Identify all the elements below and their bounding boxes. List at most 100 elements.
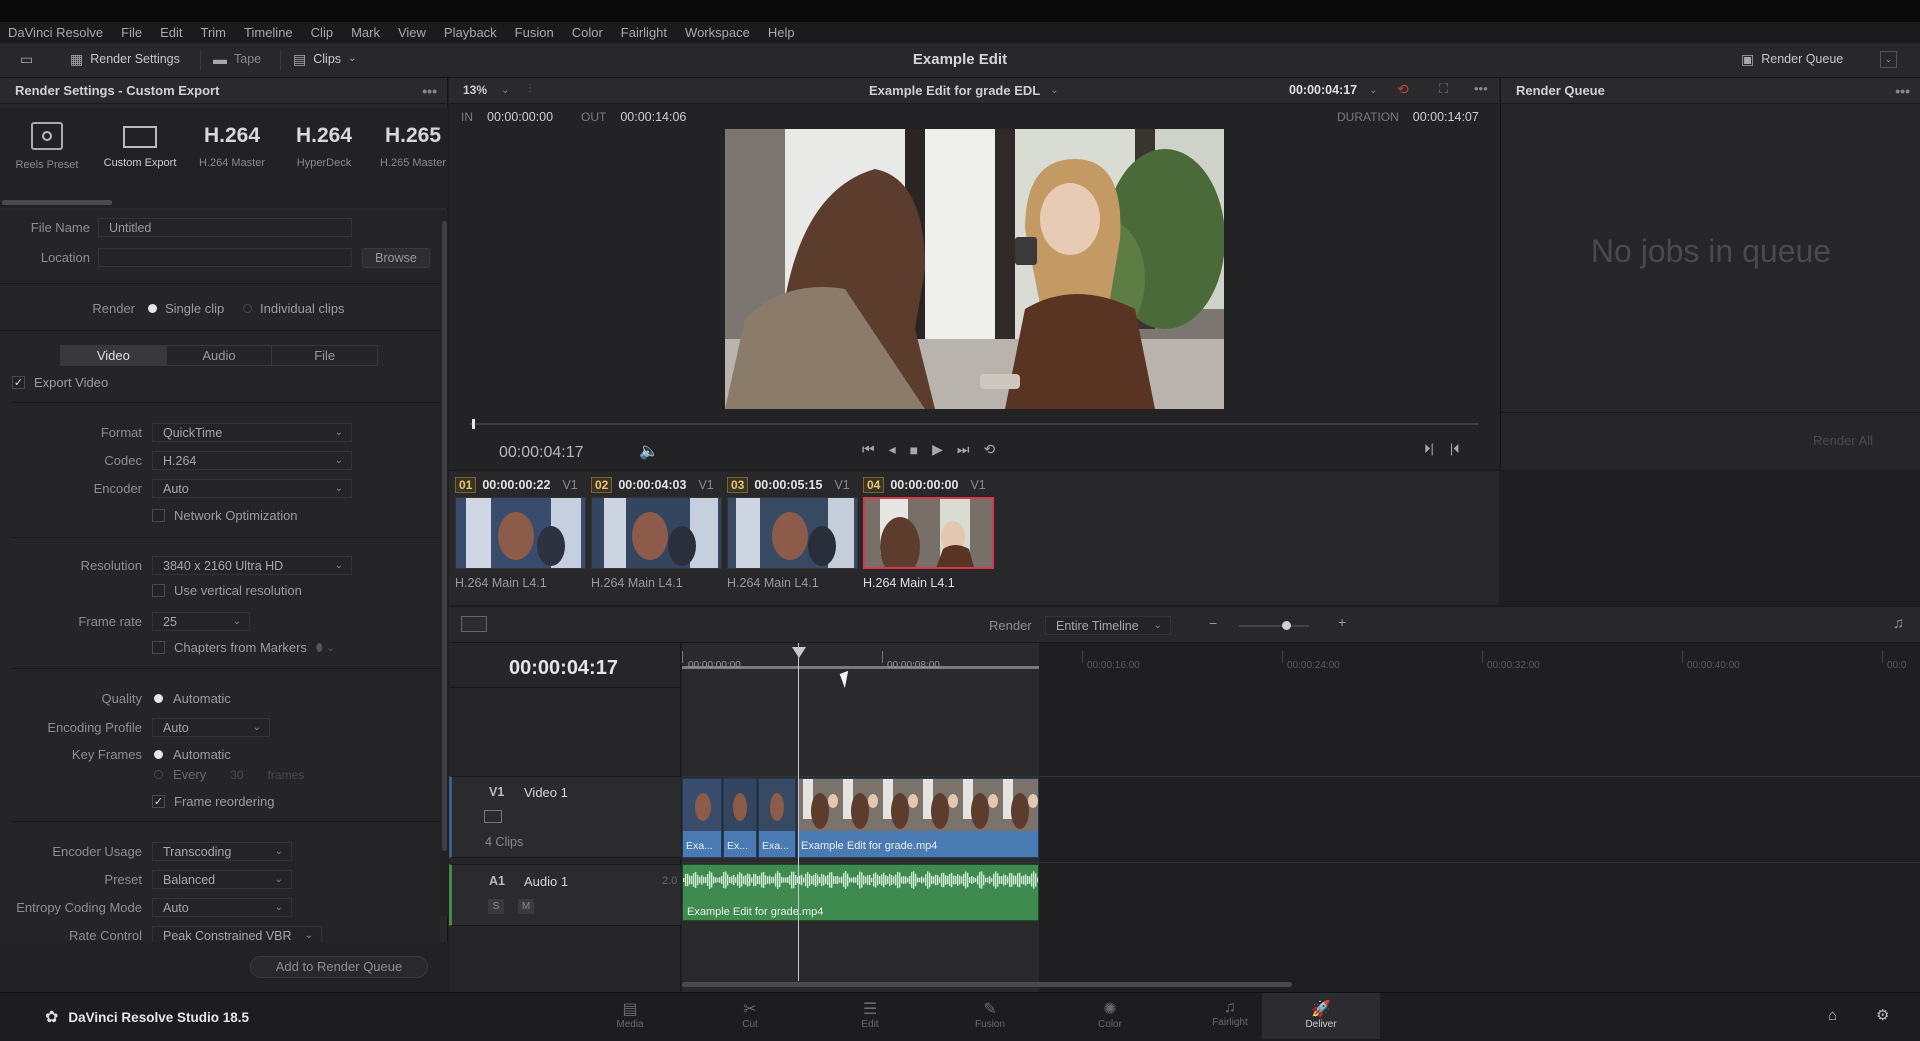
menu-playback[interactable]: Playback — [444, 25, 497, 40]
film-icon[interactable] — [484, 810, 502, 823]
mute-button[interactable]: M — [518, 899, 534, 914]
preset-h265-master[interactable]: H.265 H.265 Master — [378, 122, 448, 169]
timeline-name-select[interactable]: Example Edit for grade EDL ⌄ — [869, 83, 1059, 98]
clips-toggle[interactable]: ▤ Clips ⌄ — [293, 52, 356, 66]
quality-auto-radio[interactable]: Automatic — [154, 691, 231, 706]
menu-clip[interactable]: Clip — [311, 25, 333, 40]
zoom-out-icon[interactable]: − — [1209, 615, 1217, 631]
speaker-icon[interactable]: 🔈 — [639, 441, 659, 461]
clip-card[interactable]: 02 00:00:04:03 V1 H.264 Main L4.1 — [591, 477, 723, 592]
codec-select[interactable]: H.264 ⌄ — [152, 451, 352, 470]
menu-color[interactable]: Color — [572, 25, 603, 40]
timeline-scrollbar[interactable] — [682, 982, 1292, 987]
tape-toggle[interactable]: ▬ Tape — [213, 52, 261, 66]
preset-reels[interactable]: Reels Preset — [10, 122, 84, 171]
timeline-view-icon[interactable] — [461, 616, 487, 632]
zoom-select[interactable]: 13% ⌄ — [463, 83, 509, 97]
settings-scrollbar-thumb[interactable] — [441, 221, 447, 851]
scrubber-track[interactable] — [469, 423, 1479, 425]
resolution-select[interactable]: 3840 x 2160 Ultra HD ⌄ — [152, 556, 352, 575]
video-clip[interactable]: Ex... — [723, 778, 757, 858]
menu-file[interactable]: File — [121, 25, 142, 40]
location-input[interactable] — [98, 248, 352, 267]
zoom-in-icon[interactable]: + — [1338, 614, 1346, 630]
zoom-slider-track[interactable] — [1239, 625, 1309, 627]
page-deliver[interactable]: 🚀 Deliver — [1262, 993, 1380, 1039]
entropy-select[interactable]: Auto ⌄ — [152, 898, 292, 917]
menu-fusion[interactable]: Fusion — [515, 25, 554, 40]
encoder-usage-select[interactable]: Transcoding ⌄ — [152, 842, 292, 861]
add-to-render-queue-button[interactable]: Add to Render Queue — [250, 956, 428, 978]
chapters-checkbox[interactable]: Chapters from Markers ⬮ ⌄ — [152, 640, 335, 655]
skip-to-end-icon[interactable]: ⏭ — [957, 441, 970, 458]
menu-timeline[interactable]: Timeline — [244, 25, 293, 40]
menu-edit[interactable]: Edit — [160, 25, 182, 40]
page-color[interactable]: ✺ Color — [1050, 993, 1170, 1039]
loop-playback-icon[interactable]: ⟲ — [984, 441, 996, 458]
tab-audio[interactable]: Audio — [165, 346, 272, 365]
clip-card[interactable]: 03 00:00:05:15 V1 H.264 Main L4.1 — [727, 477, 859, 592]
preset-scrollbar[interactable] — [2, 200, 112, 205]
network-optimization-checkbox[interactable]: Network Optimization — [152, 508, 298, 523]
individual-clips-radio[interactable]: Individual clips — [243, 301, 345, 316]
tab-video[interactable]: Video — [61, 346, 166, 365]
frame-reordering-checkbox[interactable]: ✓ Frame reordering — [152, 794, 274, 809]
audio-clip[interactable]: Example Edit for grade.mp4 — [682, 864, 1039, 921]
render-settings-toggle[interactable]: ▦ Render Settings — [70, 52, 180, 66]
export-video-checkbox[interactable]: ✓ Export Video — [12, 375, 108, 390]
key-frames-auto-radio[interactable]: Automatic — [154, 747, 231, 762]
page-edit[interactable]: ☰ Edit — [810, 993, 930, 1039]
menu-davinci-resolve[interactable]: DaVinci Resolve — [8, 25, 103, 40]
render-queue-toggle[interactable]: ▣ Render Queue — [1741, 52, 1843, 66]
gear-icon[interactable]: ⚙ — [1876, 1006, 1889, 1024]
menu-workspace[interactable]: Workspace — [685, 25, 750, 40]
next-clip-icon[interactable]: ⏵| — [1424, 441, 1434, 457]
file-name-input[interactable]: Untitled — [98, 218, 352, 237]
more-options-icon[interactable]: ••• — [422, 83, 437, 99]
step-back-icon[interactable]: ◂ — [889, 441, 896, 458]
v1-track-header[interactable]: V1 Video 1 4 Clips — [449, 776, 681, 858]
fullscreen-icon[interactable]: ⛶ — [1439, 81, 1448, 97]
more-options-icon[interactable]: ••• — [1895, 83, 1910, 99]
vertical-resolution-checkbox[interactable]: Use vertical resolution — [152, 583, 302, 598]
tab-file[interactable]: File — [271, 346, 377, 365]
encoding-profile-select[interactable]: Auto ⌄ — [152, 718, 270, 737]
menu-trim[interactable]: Trim — [201, 25, 227, 40]
preset-custom-export[interactable]: Custom Export — [97, 122, 183, 169]
playhead-line[interactable] — [798, 643, 799, 981]
menu-help[interactable]: Help — [768, 25, 795, 40]
stop-icon[interactable]: ■ — [910, 442, 918, 458]
browse-button[interactable]: Browse — [362, 248, 430, 268]
a1-track-header[interactable]: A1 Audio 1 2.0 S M — [449, 864, 681, 926]
skip-to-start-icon[interactable]: ⏮ — [862, 441, 875, 458]
scrubber-playhead[interactable] — [472, 419, 476, 429]
solo-button[interactable]: S — [488, 899, 504, 914]
page-cut[interactable]: ✂ Cut — [690, 993, 810, 1039]
music-note-icon[interactable]: ♫ — [1893, 615, 1904, 632]
page-fusion[interactable]: ✎ Fusion — [930, 993, 1050, 1039]
video-clip[interactable]: Exa... — [758, 778, 796, 858]
render-range-select[interactable]: Entire Timeline ⌄ — [1045, 616, 1171, 635]
video-clip[interactable]: Example Edit for grade.mp4 — [797, 778, 1039, 858]
page-media[interactable]: ▤ Media — [570, 993, 690, 1039]
monitor-icon[interactable]: ▭ — [20, 52, 33, 66]
zoom-slider-handle[interactable] — [1282, 621, 1291, 630]
encoder-select[interactable]: Auto ⌄ — [152, 479, 352, 498]
home-icon[interactable]: ⌂ — [1828, 1007, 1837, 1024]
key-frames-every-radio[interactable]: Every 30 frames — [154, 767, 304, 782]
format-select[interactable]: QuickTime ⌄ — [152, 423, 352, 442]
video-clip[interactable]: Exa... — [682, 778, 722, 858]
render-all-button[interactable]: Render All — [1813, 433, 1873, 448]
clip-card[interactable]: 01 00:00:00:22 V1 H.264 Main L4.1 — [455, 477, 587, 592]
preset-select[interactable]: Balanced ⌄ — [152, 870, 292, 889]
single-clip-radio[interactable]: Single clip — [148, 301, 224, 316]
playhead-marker[interactable] — [792, 647, 806, 658]
loop-icon[interactable]: ⟲ — [1397, 81, 1409, 98]
panel-expand-icon[interactable]: ⌄ — [1880, 51, 1897, 68]
play-icon[interactable]: ▶ — [932, 441, 943, 458]
more-options-icon[interactable]: ••• — [1474, 81, 1488, 96]
menu-mark[interactable]: Mark — [351, 25, 380, 40]
preset-h264-master[interactable]: H.264 H.264 Master — [196, 122, 268, 169]
timecode-select[interactable]: 00:00:04:17 ⌄ — [1289, 83, 1378, 97]
preset-hyperdeck[interactable]: H.264 HyperDeck — [288, 122, 360, 169]
